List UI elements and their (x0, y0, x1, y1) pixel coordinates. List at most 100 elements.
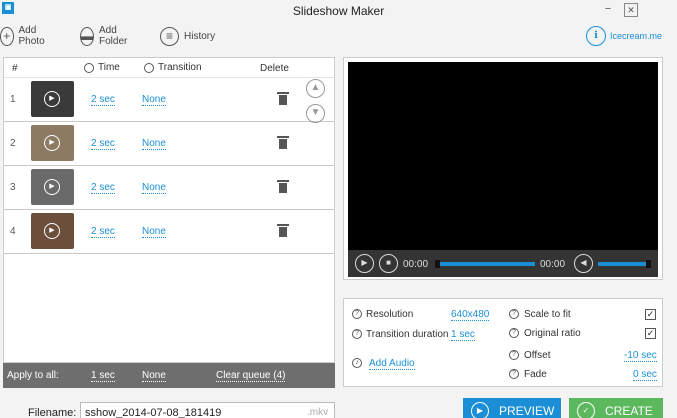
volume-handle[interactable] (646, 260, 651, 268)
seek-handle[interactable] (435, 260, 440, 268)
photo-thumbnail[interactable]: ▶ (31, 125, 74, 161)
row-time-link[interactable]: 2 sec (91, 138, 115, 150)
row-transition-link[interactable]: None (142, 182, 166, 194)
history-button[interactable]: ≡ History (160, 25, 215, 47)
filename-label: Filename: (28, 407, 77, 418)
help-icon[interactable]: ? (352, 329, 362, 339)
row-number: 4 (10, 226, 16, 237)
play-icon[interactable]: ▶ (44, 135, 60, 151)
move-down-icon[interactable]: ▼ (306, 104, 325, 123)
scale-to-fit-checkbox[interactable]: ✓ (645, 309, 656, 320)
title-bar: ▣ Slideshow Maker − ✕ (0, 0, 677, 24)
current-time: 00:00 (403, 259, 429, 270)
original-ratio-label: Original ratio (524, 328, 581, 339)
window-title: Slideshow Maker (292, 4, 385, 18)
brand-label: Icecream.me (610, 31, 663, 41)
seek-bar[interactable] (439, 262, 535, 266)
total-time: 00:00 (540, 259, 566, 270)
play-icon[interactable]: ▶ (44, 91, 60, 107)
play-icon: ▶ (471, 402, 489, 418)
help-icon[interactable]: ? (352, 309, 362, 319)
list-item[interactable]: 4 ▶ 2 sec None (4, 210, 334, 254)
add-photo-button[interactable]: + Add Photo (0, 25, 50, 47)
row-time-link[interactable]: 2 sec (91, 94, 115, 106)
photo-thumbnail[interactable]: ▶ (31, 169, 74, 205)
add-photo-label: Add Photo (18, 25, 45, 47)
original-ratio-checkbox[interactable]: ✓ (645, 328, 656, 339)
photo-list: # Time Transition Delete 1 ▶ 2 sec None … (3, 57, 335, 363)
video-preview: ▶ ■ 00:00 00:00 ◀ (343, 57, 663, 280)
transition-icon (144, 62, 154, 73)
clock-icon (84, 62, 94, 73)
help-icon[interactable]: ? (509, 350, 519, 360)
folder-icon: ▬ (80, 26, 94, 46)
offset-link[interactable]: -10 sec (624, 350, 657, 362)
apply-all-time-link[interactable]: 1 sec (91, 370, 115, 382)
header-delete: Delete (260, 63, 289, 74)
play-icon[interactable]: ▶ (44, 179, 60, 195)
play-icon[interactable]: ▶ (355, 254, 374, 273)
minimize-icon[interactable]: − (601, 3, 615, 17)
row-number: 2 (10, 138, 16, 149)
row-transition-link[interactable]: None (142, 138, 166, 150)
add-folder-button[interactable]: ▬ Add Folder (80, 25, 132, 47)
list-header: # Time Transition Delete (4, 58, 334, 78)
settings-panel: ? Resolution 640x480 ? Transition durati… (343, 298, 663, 387)
check-icon: ✓ (577, 402, 595, 418)
close-icon[interactable]: ✕ (624, 3, 638, 17)
plus-icon: + (0, 26, 14, 46)
transition-duration-link[interactable]: 1 sec (451, 329, 475, 341)
preview-screen[interactable] (348, 62, 658, 250)
create-button[interactable]: ✓ CREATE (569, 398, 663, 418)
brand-link[interactable]: ℹ Icecream.me (586, 26, 662, 46)
volume-slider[interactable] (598, 262, 646, 266)
list-icon: ≡ (160, 26, 179, 46)
filename-input[interactable] (80, 402, 335, 418)
clear-queue-link[interactable]: Clear queue (4) (216, 370, 286, 382)
photo-thumbnail[interactable]: ▶ (31, 81, 74, 117)
row-time-link[interactable]: 2 sec (91, 226, 115, 238)
resolution-label: Resolution (366, 309, 414, 320)
add-audio-link[interactable]: Add Audio (369, 358, 415, 370)
trash-icon[interactable] (277, 136, 289, 149)
apply-all-transition-link[interactable]: None (142, 370, 166, 382)
help-icon[interactable]: ? (509, 369, 519, 379)
list-item[interactable]: 3 ▶ 2 sec None (4, 166, 334, 210)
row-time-link[interactable]: 2 sec (91, 182, 115, 194)
history-label: History (184, 30, 216, 42)
trash-icon[interactable] (277, 92, 289, 105)
add-folder-label: Add Folder (99, 25, 128, 47)
play-icon[interactable]: ▶ (44, 223, 60, 239)
header-time: Time (84, 62, 120, 73)
move-up-icon[interactable]: ▲ (306, 79, 325, 98)
help-icon[interactable]: ? (509, 328, 519, 338)
row-transition-link[interactable]: None (142, 226, 166, 238)
help-icon[interactable]: ? (509, 309, 519, 319)
header-num: # (12, 63, 18, 74)
list-item[interactable]: 1 ▶ 2 sec None (4, 78, 334, 122)
header-time-label: Time (98, 62, 120, 73)
preview-button[interactable]: ▶ PREVIEW (463, 398, 561, 418)
stop-icon[interactable]: ■ (379, 254, 398, 273)
row-transition-link[interactable]: None (142, 94, 166, 106)
brand-logo-icon: ℹ (586, 26, 606, 46)
row-number: 1 (10, 94, 16, 105)
photo-thumbnail[interactable]: ▶ (31, 213, 74, 249)
trash-icon[interactable] (277, 180, 289, 193)
apply-all-label: Apply to all: (7, 370, 59, 381)
offset-label: Offset (524, 350, 551, 361)
fade-link[interactable]: 0 sec (633, 369, 657, 381)
preview-button-label: PREVIEW (499, 404, 555, 418)
header-transition: Transition (144, 62, 202, 73)
player-controls: ▶ ■ 00:00 00:00 ◀ (348, 250, 658, 277)
row-number: 3 (10, 182, 16, 193)
filename-extension: .mkv (307, 407, 329, 418)
trash-icon[interactable] (277, 224, 289, 237)
audio-icon: ♪ (352, 358, 362, 368)
scale-to-fit-label: Scale to fit (524, 309, 571, 320)
transition-duration-label: Transition duration (366, 329, 449, 340)
apply-to-all-bar: Apply to all: 1 sec None Clear queue (4) (3, 363, 335, 388)
volume-icon[interactable]: ◀ (574, 254, 593, 273)
list-item[interactable]: 2 ▶ 2 sec None (4, 122, 334, 166)
resolution-link[interactable]: 640x480 (451, 309, 490, 321)
